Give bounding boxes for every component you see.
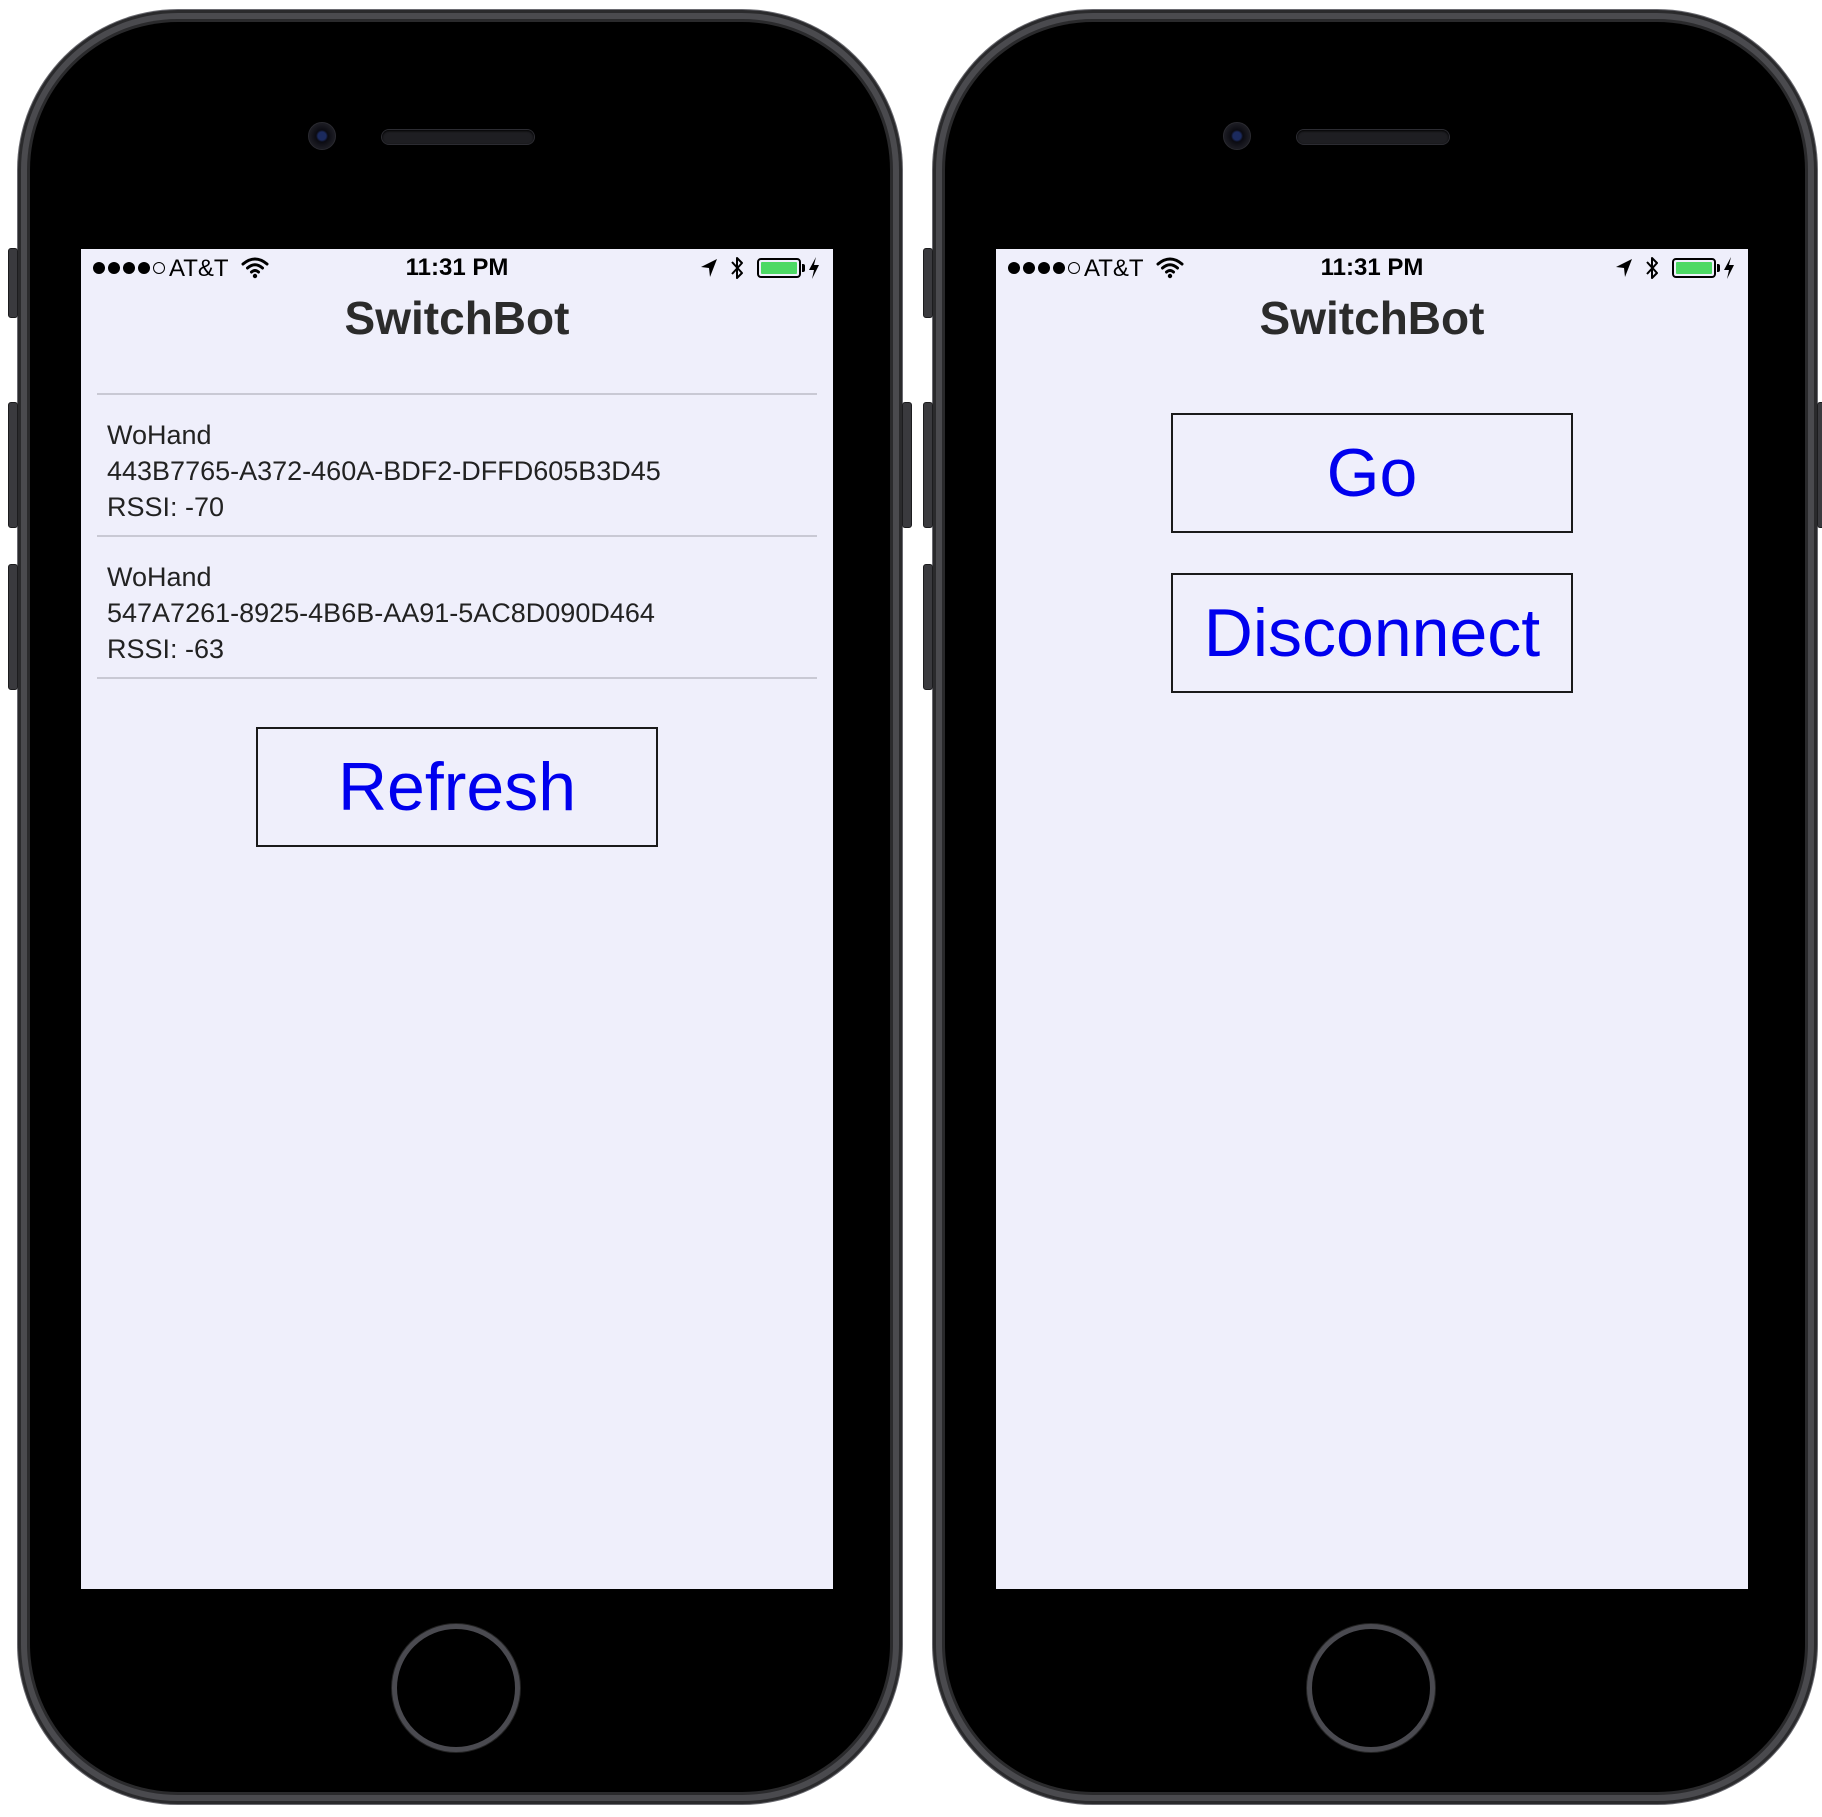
phone-right: AT&T 11:31 PM SwitchBot Go Disconnect bbox=[923, 22, 1822, 1792]
home-button[interactable] bbox=[1307, 1624, 1435, 1752]
battery-icon bbox=[757, 258, 805, 278]
charging-bolt-icon bbox=[1724, 257, 1734, 279]
bluetooth-icon bbox=[731, 257, 743, 279]
front-camera bbox=[308, 122, 336, 150]
page-title: SwitchBot bbox=[1259, 292, 1485, 344]
device-name: WoHand bbox=[107, 562, 212, 592]
device-uuid: 443B7765-A372-460A-BDF2-DFFD605B3D45 bbox=[107, 456, 661, 486]
disconnect-button[interactable]: Disconnect bbox=[1171, 573, 1573, 693]
battery-icon bbox=[1672, 258, 1720, 278]
status-bar: AT&T 11:31 PM bbox=[996, 249, 1748, 289]
phone-left: AT&T 11:31 PM SwitchBot WoHand 443B7765-… bbox=[8, 22, 912, 1792]
page-title: SwitchBot bbox=[344, 292, 570, 344]
location-arrow-icon bbox=[1616, 259, 1632, 277]
volume-down-button bbox=[8, 564, 18, 690]
list-item[interactable]: WoHand 443B7765-A372-460A-BDF2-DFFD605B3… bbox=[97, 395, 817, 537]
screen: AT&T 11:31 PM SwitchBot Go Disconnect bbox=[996, 249, 1748, 1589]
volume-down-button bbox=[923, 564, 933, 690]
list-item[interactable]: WoHand 547A7261-8925-4B6B-AA91-5AC8D090D… bbox=[97, 537, 817, 679]
status-time: 11:31 PM bbox=[1320, 254, 1424, 281]
earpiece-speaker bbox=[1297, 130, 1449, 144]
power-button bbox=[1817, 402, 1822, 528]
status-time: 11:31 PM bbox=[405, 254, 509, 281]
go-button[interactable]: Go bbox=[1171, 413, 1573, 533]
mute-switch bbox=[923, 248, 933, 318]
device-list: WoHand 443B7765-A372-460A-BDF2-DFFD605B3… bbox=[97, 393, 817, 679]
location-arrow-icon bbox=[701, 259, 717, 277]
bluetooth-icon bbox=[1646, 257, 1658, 279]
screen: AT&T 11:31 PM SwitchBot WoHand 443B7765-… bbox=[81, 249, 833, 1589]
mute-switch bbox=[8, 248, 18, 318]
front-camera bbox=[1223, 122, 1251, 150]
volume-up-button bbox=[923, 402, 933, 528]
refresh-button[interactable]: Refresh bbox=[256, 727, 658, 847]
device-uuid: 547A7261-8925-4B6B-AA91-5AC8D090D464 bbox=[107, 598, 655, 628]
power-button bbox=[902, 402, 912, 528]
volume-up-button bbox=[8, 402, 18, 528]
device-rssi: RSSI: -70 bbox=[107, 492, 225, 522]
earpiece-speaker bbox=[382, 130, 534, 144]
status-bar: AT&T 11:31 PM bbox=[81, 249, 833, 289]
home-button[interactable] bbox=[392, 1624, 520, 1752]
device-name: WoHand bbox=[107, 420, 212, 450]
device-rssi: RSSI: -63 bbox=[107, 634, 225, 664]
charging-bolt-icon bbox=[809, 257, 819, 279]
